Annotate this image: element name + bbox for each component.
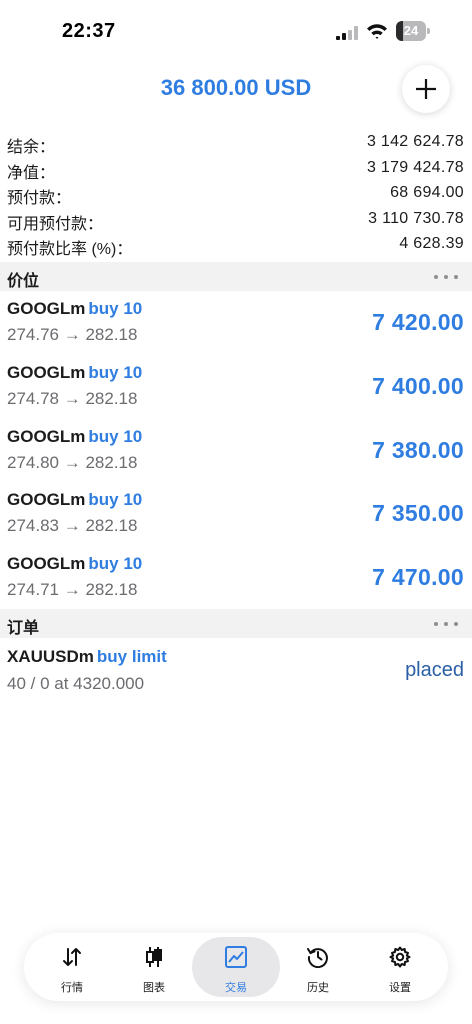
status-bar: 22:37 24	[0, 0, 472, 62]
summary-label: 可用预付款：	[7, 215, 104, 233]
position-row[interactable]: GOOGLm buy 10 274.83 → 282.18 7 350.00	[0, 482, 472, 546]
signal-icon	[336, 26, 358, 40]
tab-history[interactable]: 历史	[274, 937, 362, 997]
summary-value: 68 694.00	[390, 184, 464, 201]
position-symbol: GOOGLm	[7, 299, 86, 318]
history-icon	[307, 948, 328, 968]
candlestick-icon	[146, 947, 162, 967]
section-title: 价位	[7, 273, 40, 290]
plus-icon	[416, 79, 436, 99]
tab-trade[interactable]: 交易	[192, 937, 280, 997]
position-symbol: GOOGLm	[7, 362, 86, 382]
position-prices: 274.80 → 282.18	[7, 452, 138, 472]
position-profit: 7 380.00	[372, 436, 464, 463]
position-row[interactable]: GOOGLm buy 10 274.76 → 282.18 7 420.00	[0, 291, 472, 355]
order-type: buy limit	[96, 647, 167, 666]
tab-label: 历史	[307, 982, 329, 994]
summary-value: 4 628.39	[399, 235, 464, 252]
position-profit: 7 470.00	[372, 564, 464, 591]
summary-row-margin-level: 预付款比率 (%)： 4 628.39	[0, 232, 472, 258]
order-status: placed	[405, 659, 464, 681]
account-summary: 结余： 3 142 624.78 净值： 3 179 424.78 预付款： 6…	[0, 130, 472, 258]
tab-charts[interactable]: 图表	[110, 937, 198, 997]
tab-label: 交易	[225, 982, 247, 994]
wifi-icon	[367, 24, 387, 39]
status-time: 22:37	[62, 20, 116, 42]
order-row[interactable]: XAUUSDm buy limit 40 / 0 at 4320.000 plac…	[0, 640, 472, 704]
summary-row-equity: 净值： 3 179 424.78	[0, 156, 472, 182]
position-profit: 7 350.00	[372, 500, 464, 527]
position-prices: 274.71 → 282.18	[7, 580, 138, 600]
position-prices: 274.83 → 282.18	[7, 516, 138, 536]
summary-value: 3 142 624.78	[366, 133, 464, 150]
summary-row-balance: 结余： 3 142 624.78	[0, 130, 472, 156]
trade-chart-icon	[225, 946, 247, 968]
position-row[interactable]: GOOGLm buy 10 274.71 → 282.18 7 470.00	[0, 546, 472, 610]
summary-value: 3 179 424.78	[366, 158, 464, 176]
summary-label: 结余：	[7, 139, 56, 156]
position-type: buy 10	[88, 426, 143, 446]
position-prices: 274.78 → 282.18	[7, 388, 138, 408]
tab-label: 行情	[61, 982, 83, 994]
sort-arrows-icon	[63, 948, 81, 966]
tab-label: 设置	[389, 982, 411, 994]
summary-label: 预付款比率 (%)：	[7, 241, 133, 258]
position-prices: 274.76 → 282.18	[7, 325, 138, 344]
tab-settings[interactable]: 设置	[356, 937, 444, 997]
more-icon[interactable]	[434, 622, 458, 626]
position-type: buy 10	[88, 490, 143, 510]
positions-section-header: 价位	[0, 262, 472, 291]
position-row[interactable]: GOOGLm buy 10 274.80 → 282.18 7 380.00	[0, 419, 472, 483]
position-symbol: GOOGLm	[7, 490, 86, 510]
battery-icon: 24	[396, 21, 430, 41]
summary-label: 预付款：	[7, 190, 72, 207]
order-detail: 40 / 0 at 4320.000	[7, 674, 145, 693]
summary-row-free-margin: 可用预付款： 3 110 730.78	[0, 207, 472, 233]
more-icon[interactable]	[434, 275, 458, 279]
position-type: buy 10	[88, 299, 143, 318]
position-row[interactable]: GOOGLm buy 10 274.78 → 282.18 7 400.00	[0, 355, 472, 419]
position-symbol: GOOGLm	[7, 426, 86, 446]
tab-label: 图表	[143, 982, 165, 994]
tab-quotes[interactable]: 行情	[28, 937, 116, 997]
add-order-button[interactable]	[402, 65, 450, 113]
order-symbol: XAUUSDm	[7, 647, 94, 666]
position-symbol: GOOGLm	[7, 554, 86, 574]
section-title: 订单	[7, 620, 40, 637]
tab-bar: 行情 图表 交易 历史 设置	[24, 933, 448, 1001]
summary-value: 3 110 730.78	[368, 209, 464, 227]
orders-section-header: 订单	[0, 609, 472, 638]
position-profit: 7 420.00	[372, 309, 464, 335]
position-type: buy 10	[88, 362, 143, 382]
positions-list: GOOGLm buy 10 274.76 → 282.18 7 420.00 GO…	[0, 291, 472, 610]
summary-label: 净值：	[7, 164, 56, 182]
gear-icon	[389, 946, 411, 968]
summary-row-margin: 预付款： 68 694.00	[0, 181, 472, 207]
position-profit: 7 400.00	[372, 372, 464, 399]
battery-level: 24	[403, 23, 419, 38]
position-type: buy 10	[88, 554, 143, 574]
